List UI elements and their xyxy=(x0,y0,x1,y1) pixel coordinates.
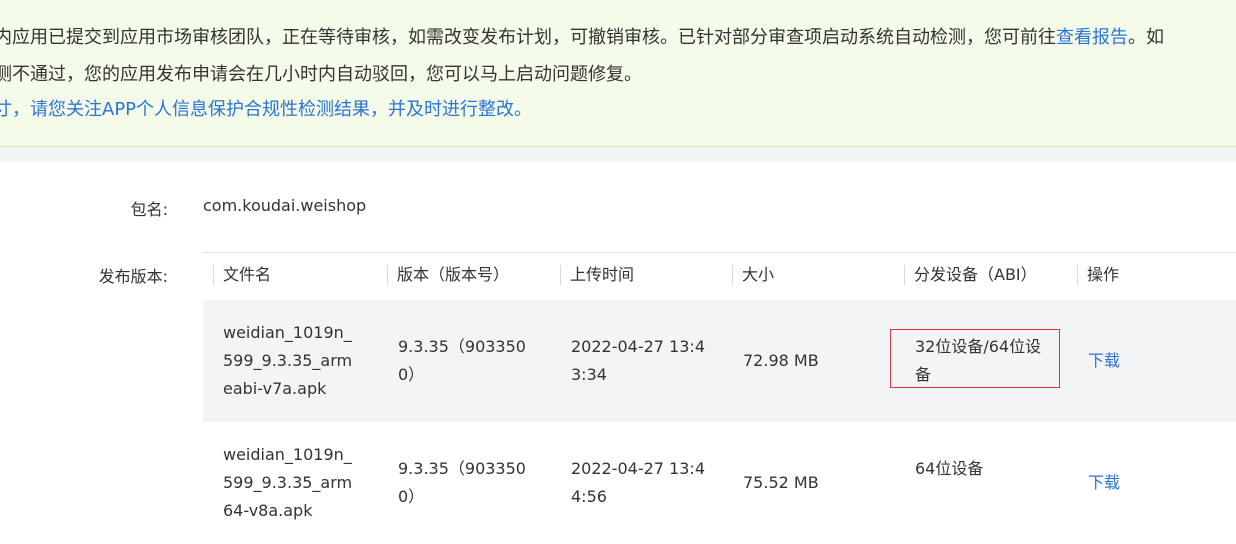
column-header-version: 版本（版本号） xyxy=(387,265,509,285)
review-notice-banner: 内应用已提交到应用市场审核团队，正在等待审核，如需改变发布计划，可撤销审核。已针… xyxy=(0,0,1236,147)
section-divider xyxy=(0,147,1236,162)
package-name-value: com.koudai.weishop xyxy=(203,196,367,215)
column-header-upload-time: 上传时间 xyxy=(560,265,634,285)
notice-line-2: 测不通过，您的应用发布申请会在几小时内自动驳回，您可以马上启动问题修复。 xyxy=(0,64,642,85)
row-upload-time: 2022-04-27 13:44:56 xyxy=(571,459,705,506)
table-row: weidian_1019n_599_9.3.35_armeabi-v7a.apk… xyxy=(203,300,1236,422)
row-filename: weidian_1019n_599_9.3.35_arm64-v8a.apk xyxy=(223,445,353,520)
row-size: 72.98 MB xyxy=(743,351,819,370)
release-version-label: 发布版本: xyxy=(98,267,168,286)
row-filename: weidian_1019n_599_9.3.35_armeabi-v7a.apk xyxy=(223,323,353,398)
column-header-action: 操作 xyxy=(1077,265,1119,285)
download-link[interactable]: 下载 xyxy=(1088,347,1120,375)
notice-line-3[interactable]: 寸，请您关注APP个人信息保护合规性检测结果，并及时进行整改。 xyxy=(0,98,532,122)
row-version: 9.3.35（9033500） xyxy=(398,337,526,384)
column-header-size: 大小 xyxy=(732,265,774,285)
table-header: 文件名 版本（版本号） 上传时间 大小 分发设备（ABI） 操作 xyxy=(203,253,1236,299)
row-upload-time: 2022-04-27 13:43:34 xyxy=(571,337,705,384)
table-row: weidian_1019n_599_9.3.35_arm64-v8a.apk 9… xyxy=(203,422,1236,544)
notice-line-1-text: 内应用已提交到应用市场审核团队，正在等待审核，如需改变发布计划，可撤销审核。已针… xyxy=(0,27,1056,48)
notice-line-1: 内应用已提交到应用市场审核团队，正在等待审核，如需改变发布计划，可撤销审核。已针… xyxy=(0,26,1164,50)
row-abi: 64位设备 xyxy=(915,459,984,478)
column-header-abi: 分发设备（ABI） xyxy=(904,265,1037,285)
package-name-label: 包名: xyxy=(130,200,168,219)
download-link[interactable]: 下载 xyxy=(1088,469,1120,497)
row-abi: 32位设备/64位设备 xyxy=(915,337,1042,384)
column-header-filename: 文件名 xyxy=(213,265,271,285)
row-size: 75.52 MB xyxy=(743,473,819,492)
row-version: 9.3.35（9033500） xyxy=(398,459,526,506)
view-report-link[interactable]: 查看报告 xyxy=(1056,27,1128,48)
notice-line-1-tail: 。如 xyxy=(1128,27,1164,48)
